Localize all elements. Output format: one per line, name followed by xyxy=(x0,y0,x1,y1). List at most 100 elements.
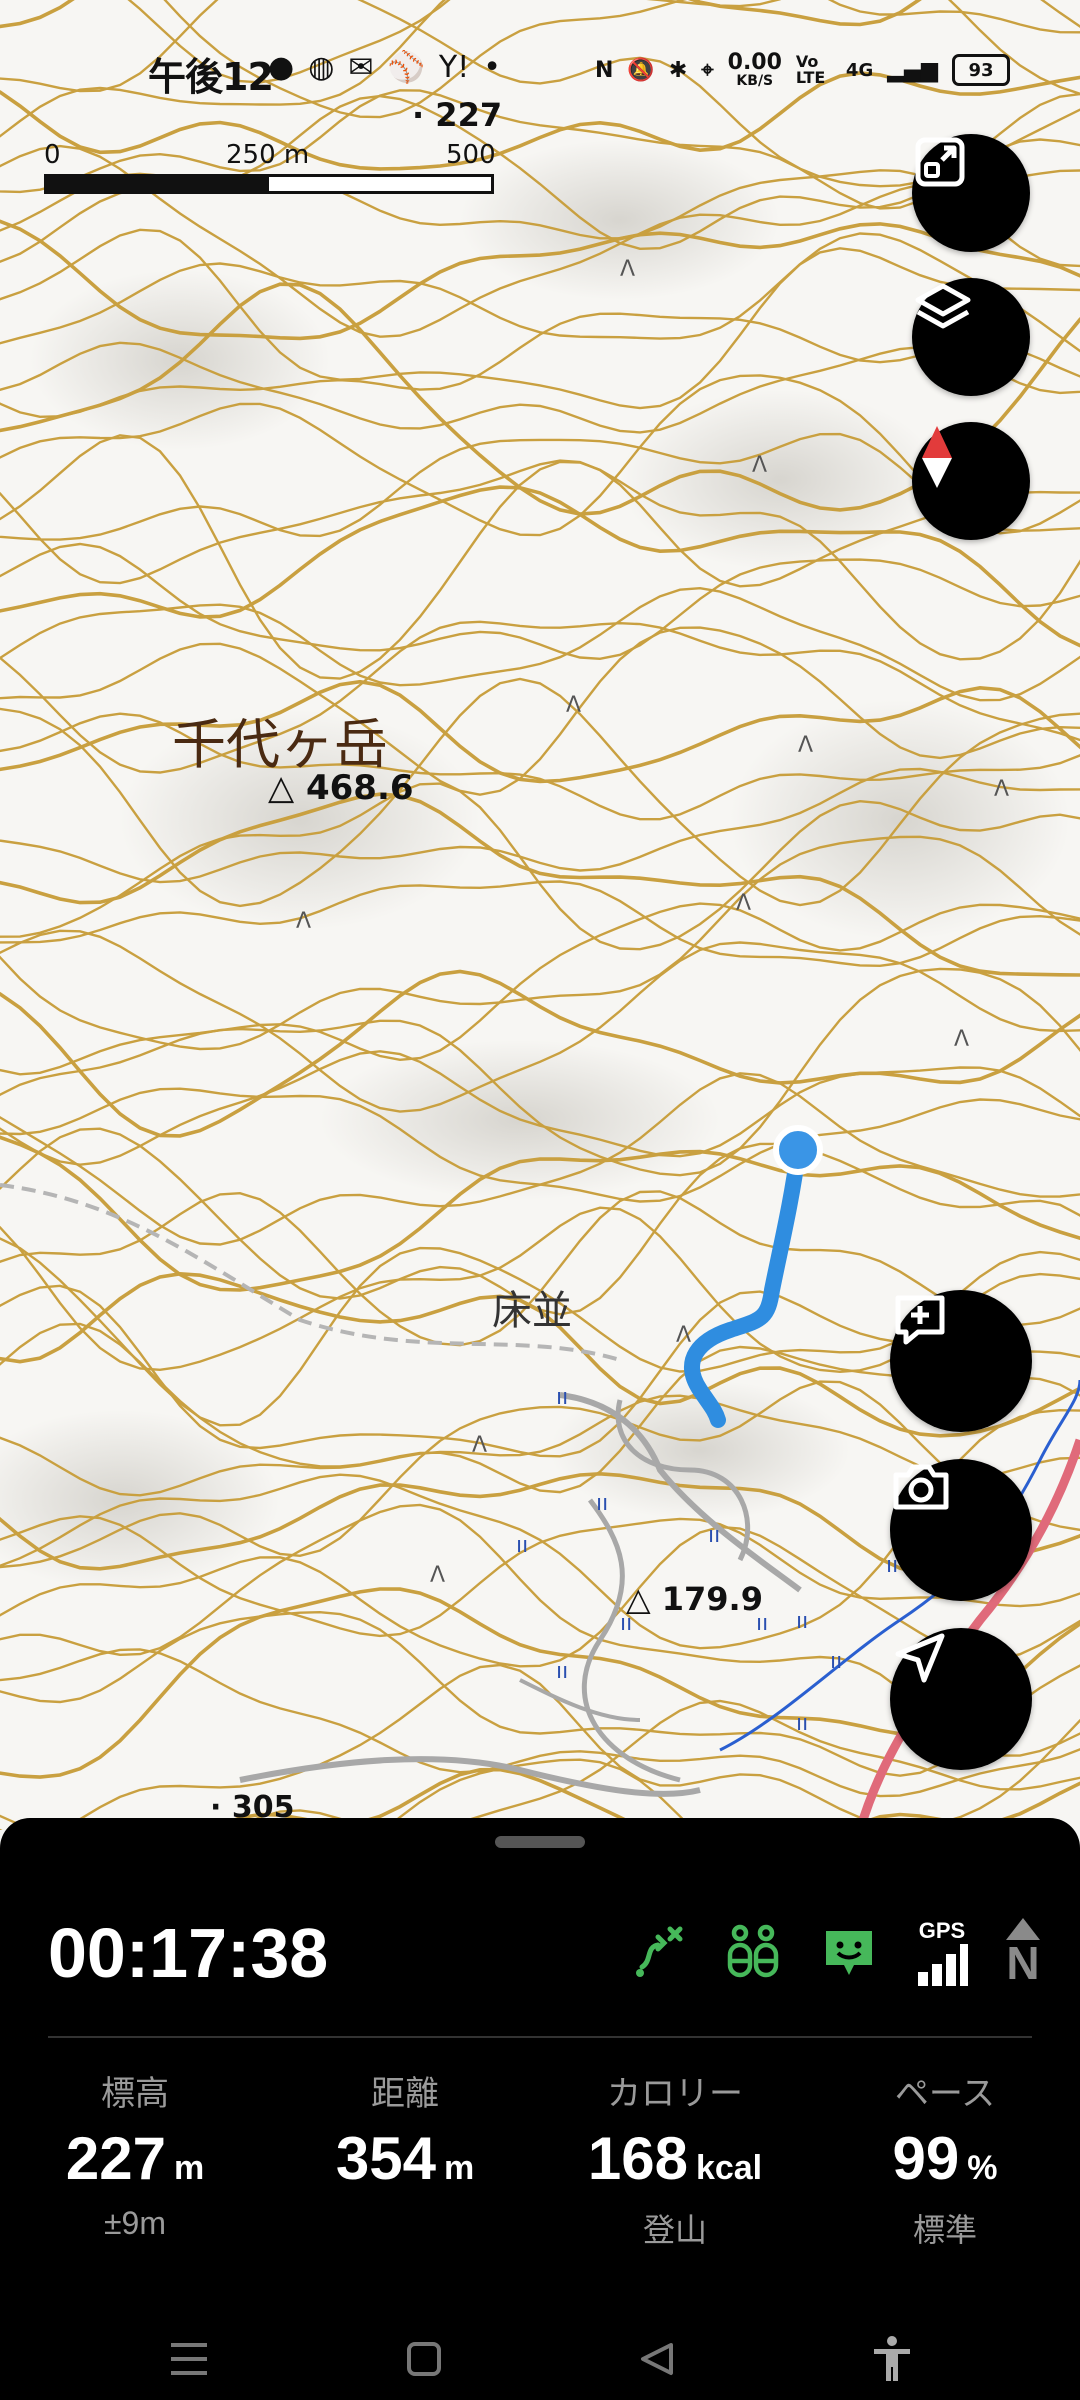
net-speed-value: 0.00 xyxy=(727,50,782,75)
stat-value: 168 xyxy=(587,2125,688,2192)
svg-text:Λ: Λ xyxy=(472,1433,487,1458)
recents-nav-icon[interactable] xyxy=(169,2341,209,2377)
svg-text:Λ: Λ xyxy=(736,891,751,916)
gps-bars-icon xyxy=(918,1944,968,1986)
system-icons: N 🔕 ✱ ⌖ 0.00 KB/S Vo LTE 4G ▂▄▆ 93 xyxy=(595,52,1010,88)
net-speed: 0.00 KB/S xyxy=(727,50,782,89)
compass-button[interactable] xyxy=(912,422,1030,540)
back-nav-icon[interactable] xyxy=(639,2341,675,2377)
waypoints-icon[interactable] xyxy=(724,1921,782,1983)
volte-label: Vo LTE xyxy=(795,52,826,87)
expand-map-button[interactable] xyxy=(912,134,1030,252)
yahoo-icon: Y! xyxy=(438,50,470,85)
add-note-button[interactable] xyxy=(890,1290,1032,1432)
nfc-icon: N xyxy=(594,57,614,83)
stat-title: ペース xyxy=(894,2075,996,2113)
point-elevation-value: 179.9 xyxy=(661,1580,763,1618)
peak-elevation-label: △ 468.6 xyxy=(268,768,414,808)
home-nav-icon[interactable] xyxy=(406,2341,442,2377)
map-view[interactable]: ıı ıı ıı ıı ıı ıı ıı ıı ıı ıı ıı Λ Λ Λ Λ Λ Λ Λ … xyxy=(0,0,1080,1830)
layers-icon xyxy=(915,283,971,329)
baseball-icon: ⚾ xyxy=(387,50,425,85)
svg-text:Λ: Λ xyxy=(994,777,1009,802)
panel-drag-handle[interactable] xyxy=(495,1836,585,1848)
svg-text:ıı: ıı xyxy=(708,1523,720,1548)
stat-title: カロリー xyxy=(607,2075,743,2113)
add-note-icon xyxy=(895,1295,945,1345)
svg-text:ıı: ıı xyxy=(596,1491,608,1516)
network-label: 4G xyxy=(845,59,874,81)
stat-title: 距離 xyxy=(371,2075,439,2113)
svg-text:ıı: ıı xyxy=(796,1711,808,1736)
elevation-readout: · 227 xyxy=(412,96,503,134)
scale-label-mid: 250 m xyxy=(226,140,310,170)
svg-text:Λ: Λ xyxy=(798,733,813,758)
svg-text:ıı: ıı xyxy=(516,1533,528,1558)
svg-text:Λ: Λ xyxy=(676,1323,691,1348)
current-location-marker xyxy=(773,1125,823,1175)
net-speed-unit: KB/S xyxy=(736,73,774,89)
panel-divider xyxy=(48,2036,1032,2038)
place-name-label: 床並 xyxy=(492,1288,572,1334)
stats-row: 標高 227 m ±9m 距離 354 m カロリー 168 kcal 登山 ペース … xyxy=(0,2066,1080,2251)
svg-text:Λ: Λ xyxy=(954,1027,969,1052)
stat-value-row: 354 m xyxy=(270,2129,540,2189)
camera-icon xyxy=(893,1464,949,1510)
stat-pace[interactable]: ペース 99% 標準 xyxy=(810,2066,1080,2251)
line-icon: ● xyxy=(268,50,295,85)
stat-distance[interactable]: 距離 354 m xyxy=(270,2066,540,2251)
svg-text:ıı: ıı xyxy=(556,1385,568,1410)
layers-button[interactable] xyxy=(912,278,1030,396)
scale-bar: 0 250 m 500 m xyxy=(44,140,496,200)
north-label: N xyxy=(1006,1937,1040,1989)
stat-sub: 登山 xyxy=(642,2212,707,2248)
scale-label-0: 0 xyxy=(44,140,61,170)
battery-icon: 93 xyxy=(952,54,1010,86)
svg-text:Λ: Λ xyxy=(296,909,311,934)
location-icon: ⌖ xyxy=(701,57,714,83)
status-bar: 午後12 ● ◍ ✉ ⚾ Y! • N 🔕 ✱ ⌖ 0.00 KB/S Vo L… xyxy=(0,46,1080,99)
svg-text:ıı: ıı xyxy=(556,1659,568,1684)
svg-text:Λ: Λ xyxy=(430,1563,445,1588)
svg-text:Λ: Λ xyxy=(620,257,635,282)
app-icon: ◍ xyxy=(308,50,335,85)
svg-text:Λ: Λ xyxy=(752,453,767,478)
stat-value-row: 227 m xyxy=(0,2129,270,2189)
gps-label: GPS xyxy=(918,1918,966,1943)
navigate-button[interactable] xyxy=(890,1628,1032,1770)
stat-value: 227 xyxy=(65,2125,166,2192)
camera-button[interactable] xyxy=(890,1459,1032,1601)
route-off-icon[interactable] xyxy=(628,1923,686,1981)
north-indicator[interactable]: N xyxy=(1006,1918,1040,1986)
accessibility-icon[interactable] xyxy=(872,2335,912,2383)
message-face-icon[interactable] xyxy=(820,1923,878,1981)
notification-icons: ● ◍ ✉ ⚾ Y! • xyxy=(268,50,501,85)
stat-value-row: 168 kcal xyxy=(540,2129,810,2189)
stat-elevation[interactable]: 標高 227 m ±9m xyxy=(0,2066,270,2251)
mail-icon: ✉ xyxy=(348,50,374,85)
bluetooth-icon: ✱ xyxy=(668,57,688,83)
signal-icon: ▂▄▆ xyxy=(887,57,938,83)
stat-calories[interactable]: カロリー 168 kcal 登山 xyxy=(540,2066,810,2251)
tracking-panel[interactable]: 00:17:38 GPS N 標高 227 m ±9m 距離 354 m カロリ… xyxy=(0,1818,1080,2400)
stat-value: 99 xyxy=(892,2125,960,2192)
stat-unit: kcal xyxy=(695,2149,763,2187)
stat-unit: % xyxy=(967,2149,998,2187)
stat-value-row: 99% xyxy=(810,2129,1080,2189)
compass-icon xyxy=(922,426,952,488)
system-nav-bar xyxy=(0,2318,1080,2400)
stat-title: 標高 xyxy=(101,2075,169,2113)
expand-icon xyxy=(915,137,965,187)
stat-unit: m xyxy=(443,2149,475,2187)
gps-signal[interactable]: GPS xyxy=(916,1918,968,1986)
scale-bar-graphic xyxy=(44,174,494,194)
tracking-status-icons: GPS N xyxy=(628,1918,1040,1986)
point-elevation-label: △ 179.9 xyxy=(626,1580,763,1618)
silent-icon: 🔕 xyxy=(627,57,655,83)
status-time: 午後12 xyxy=(148,55,274,99)
battery-level: 93 xyxy=(968,59,994,81)
elapsed-time: 00:17:38 xyxy=(48,1914,329,1992)
navigate-icon xyxy=(895,1633,945,1683)
svg-text:Λ: Λ xyxy=(566,693,581,718)
svg-text:ıı: ıı xyxy=(796,1609,808,1634)
